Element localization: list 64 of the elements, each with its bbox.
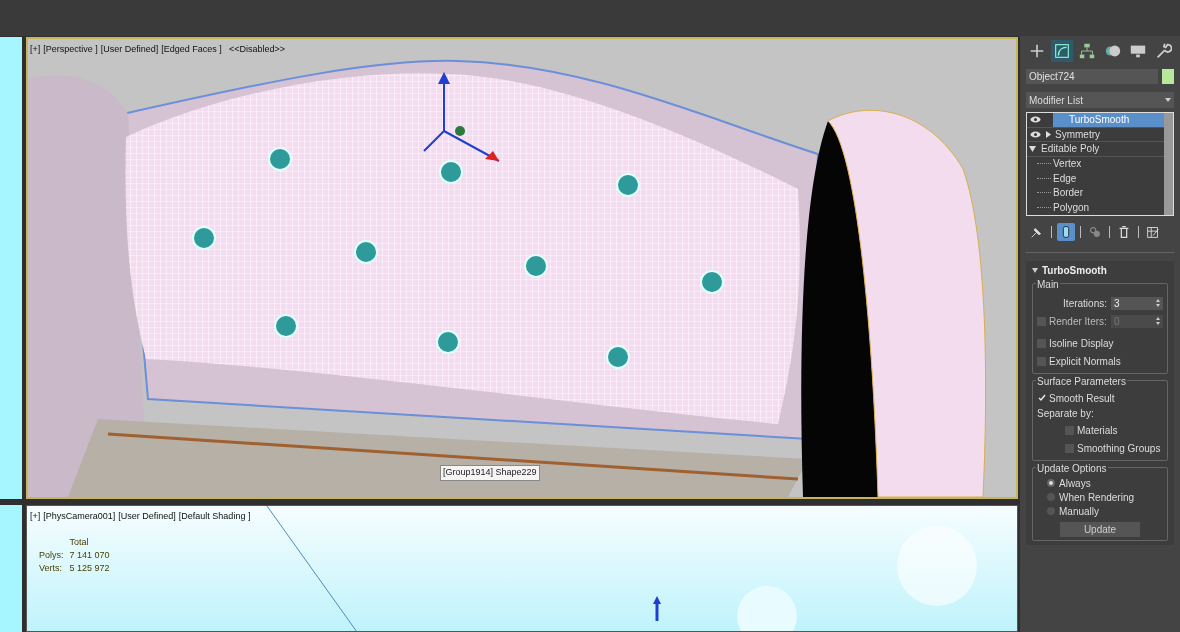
stats-header: Total: [69, 536, 90, 549]
scrollbar[interactable]: [1164, 113, 1173, 215]
radio-label: Always: [1059, 476, 1091, 491]
spheres-icon: [1087, 224, 1103, 240]
modifier-stack[interactable]: TurboSmooth Symmetry Editable Poly Vertex Edge Border Polygon: [1026, 112, 1174, 216]
viewport-label[interactable]: <<Disabled>>: [228, 43, 285, 57]
collapse-triangle-icon[interactable]: [1032, 267, 1038, 273]
object-name-field[interactable]: Object724: [1026, 69, 1158, 84]
viewport-label[interactable]: [PhysCamera001]: [43, 510, 116, 524]
radio-button[interactable]: [1047, 493, 1055, 501]
viewport-label[interactable]: [Default Shading ]: [178, 510, 251, 524]
sub-object-item[interactable]: Edge: [1051, 170, 1077, 186]
hierarchy-icon: [1078, 42, 1097, 60]
expanded-triangle-icon[interactable]: [1028, 145, 1036, 152]
command-tab[interactable]: [1051, 40, 1073, 62]
sub-object-item[interactable]: Border: [1051, 185, 1083, 201]
camera-viewport[interactable]: [+] [PhysCamera001] [User Defined] [Default Shading ] Total Polys: 7 141 070 Verts: 5 125 972: [26, 505, 1018, 632]
sub-object-item[interactable]: Polygon: [1051, 199, 1090, 215]
checkbox[interactable]: [1037, 356, 1046, 366]
perspective-viewport[interactable]: [+] [Perspective ] [User Defined] [Edged Faces ] <<Disabled>> [Group1914] Shape229: [26, 37, 1018, 499]
checkbox-label: Isoline Display: [1049, 336, 1114, 351]
checkbox-label: Render Iters:: [1049, 314, 1107, 329]
eye-icon[interactable]: [1029, 116, 1041, 124]
viewport-label[interactable]: [User Defined]: [100, 43, 159, 57]
viewport-label[interactable]: [Edged Faces ]: [161, 43, 222, 57]
stack-tool-button[interactable]: [1057, 223, 1075, 241]
radio-label: Manually: [1059, 504, 1100, 519]
checkbox[interactable]: [1037, 393, 1046, 403]
radio-label: When Rendering: [1059, 490, 1135, 505]
stack-item[interactable]: Symmetry: [1053, 127, 1164, 141]
checkbox-label: Explicit Normals: [1049, 354, 1121, 369]
table-pencil-icon: [1145, 224, 1161, 240]
update-button[interactable]: Update: [1060, 522, 1140, 537]
group-title: Update Options: [1036, 461, 1108, 476]
caret-icon: [1165, 98, 1171, 102]
viewport-label[interactable]: [User Defined]: [118, 510, 176, 524]
modifier-list-dropdown[interactable]: Modifier List: [1026, 92, 1174, 108]
sub-object-item[interactable]: Vertex: [1051, 156, 1082, 172]
viewport-label[interactable]: [+]: [30, 43, 41, 57]
checkbox[interactable]: [1065, 443, 1074, 453]
curve-icon: [1053, 42, 1071, 60]
checkbox-label: Materials: [1077, 423, 1118, 438]
radio-button[interactable]: [1047, 479, 1055, 487]
checkbox-label: Smoothing Groups: [1077, 441, 1161, 456]
stack-item[interactable]: Editable Poly: [1039, 142, 1164, 156]
checkbox-label: Smooth Result: [1049, 391, 1115, 406]
object-color-swatch[interactable]: [1162, 69, 1174, 84]
radio-button[interactable]: [1047, 507, 1055, 515]
checkbox[interactable]: [1065, 425, 1074, 435]
stats-value: 7 141 070: [69, 549, 110, 562]
rollout-title[interactable]: TurboSmooth: [1042, 262, 1107, 278]
eye-icon[interactable]: [1029, 130, 1041, 138]
field-label: Iterations:: [1063, 296, 1107, 311]
tooltip: [Group1914] Shape229: [440, 465, 540, 481]
number-spinner[interactable]: 3: [1111, 296, 1163, 310]
collapsed-triangle-icon[interactable]: [1045, 130, 1051, 138]
stats-value: 5 125 972: [69, 562, 110, 575]
viewport-label[interactable]: [+]: [30, 510, 41, 524]
field-label: Separate by:: [1037, 407, 1095, 421]
stats-label: Verts:: [39, 562, 63, 575]
wrench-icon: [1154, 42, 1173, 60]
viewport-label[interactable]: [Perspective ]: [43, 43, 98, 57]
stats-label: Polys:: [39, 549, 64, 562]
checkbox[interactable]: [1037, 338, 1046, 348]
